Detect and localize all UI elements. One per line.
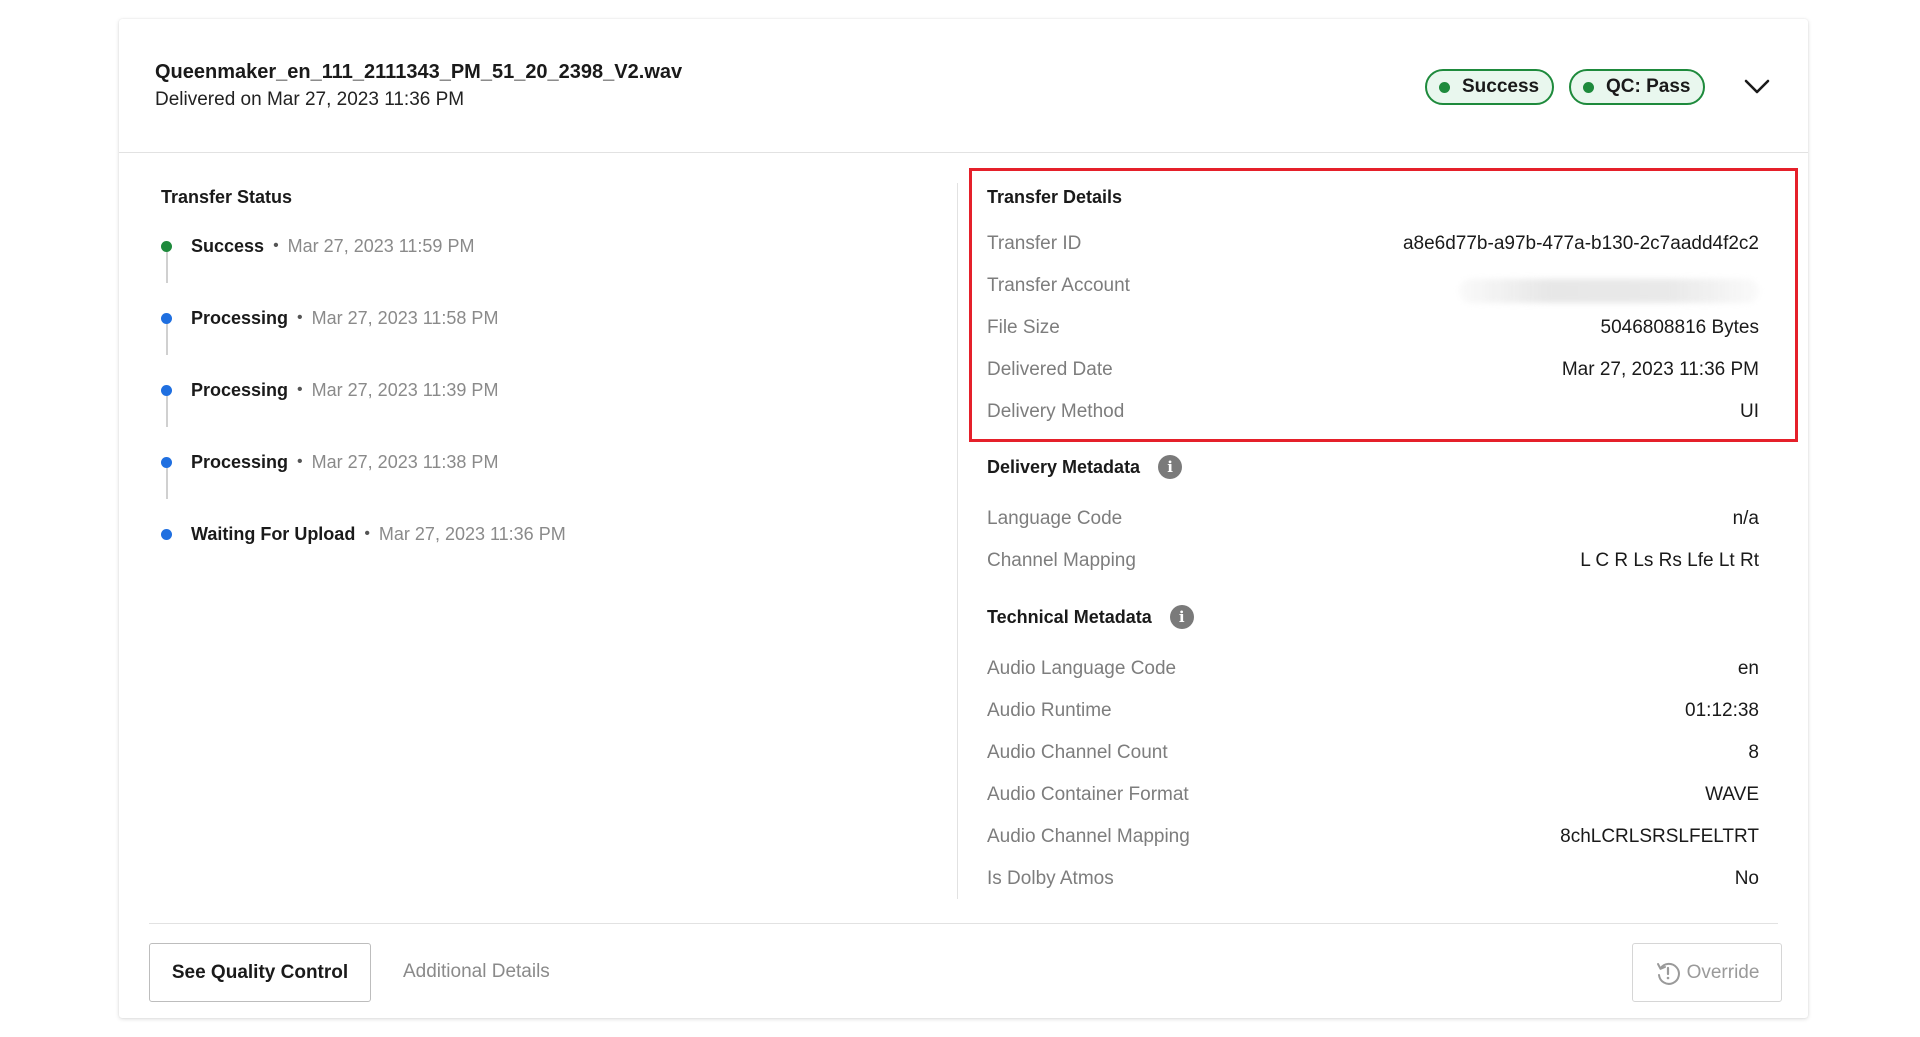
metadata-value: 8chLCRLSRSLFELTRT [1560, 826, 1759, 847]
timeline-status: Processing [191, 379, 289, 400]
transfer-status-title: Transfer Status [161, 187, 293, 207]
detail-label: Delivery Method [987, 401, 1125, 422]
detail-value: a8e6d77b-a97b-477a-b130-2c7aadd4f2c2 [1402, 233, 1759, 254]
metadata-label: Audio Container Format [987, 784, 1189, 805]
metadata-row-audio-language-code: Audio Language Code en [987, 657, 1759, 681]
detail-row-transfer-account: Transfer Account [987, 274, 1759, 303]
detail-label: File Size [987, 317, 1060, 338]
timeline-status: Success [191, 235, 265, 256]
footer-divider [149, 923, 1778, 924]
timeline-time: Mar 27, 2023 11:38 PM [311, 451, 499, 472]
status-dot-icon [161, 384, 172, 396]
detail-row-delivered-date: Delivered Date Mar 27, 2023 11:36 PM [987, 358, 1759, 382]
timeline-time: Mar 27, 2023 11:36 PM [378, 523, 566, 544]
status-badge-success: Success [1425, 69, 1555, 105]
metadata-label: Audio Runtime [987, 700, 1112, 721]
timeline-item: Waiting For Upload • Mar 27, 2023 11:36 … [161, 522, 566, 546]
status-dot-icon [1583, 81, 1594, 93]
metadata-row-language-code: Language Code n/a [987, 507, 1759, 531]
metadata-row-audio-channel-count: Audio Channel Count 8 [987, 741, 1759, 765]
info-icon[interactable]: i [1169, 605, 1194, 629]
detail-label: Delivered Date [987, 359, 1113, 380]
delivery-card: Queenmaker_en_111_2111343_PM_51_20_2398_… [119, 19, 1808, 1018]
metadata-row-audio-channel-mapping: Audio Channel Mapping 8chLCRLSRSLFELTRT [987, 825, 1759, 849]
timeline-status: Processing [191, 307, 289, 328]
metadata-value: en [1737, 658, 1759, 679]
metadata-value: WAVE [1705, 784, 1759, 805]
status-dot-icon [161, 240, 172, 252]
technical-metadata-title: Technical Metadata i [987, 605, 1194, 629]
see-quality-control-button[interactable]: See Quality Control [149, 943, 371, 1002]
timeline-separator: • [364, 525, 370, 542]
detail-row-delivery-method: Delivery Method UI [987, 400, 1759, 424]
delivery-metadata-label: Delivery Metadata [987, 456, 1141, 477]
info-icon[interactable]: i [1158, 455, 1183, 479]
detail-value: UI [1740, 401, 1759, 422]
metadata-value: 01:12:38 [1685, 700, 1759, 721]
status-badge-qc: QC: Pass [1569, 69, 1706, 105]
override-icon [1656, 962, 1680, 985]
delivered-on-text: Delivered on Mar 27, 2023 11:36 PM [155, 89, 465, 110]
detail-value: Mar 27, 2023 11:36 PM [1561, 359, 1759, 380]
timeline-item: Success • Mar 27, 2023 11:59 PM [161, 234, 474, 258]
timeline-separator: • [297, 309, 303, 326]
redacted-value [1459, 279, 1759, 303]
metadata-row-channel-mapping: Channel Mapping L C R Ls Rs Lfe Lt Rt [987, 549, 1759, 573]
timeline-status: Processing [191, 451, 289, 472]
metadata-value: 8 [1748, 742, 1759, 763]
metadata-label: Language Code [987, 508, 1123, 529]
detail-row-transfer-id: Transfer ID a8e6d77b-a97b-477a-b130-2c7a… [987, 232, 1759, 256]
metadata-value: No [1734, 868, 1759, 889]
timeline-time: Mar 27, 2023 11:59 PM [287, 235, 475, 256]
metadata-row-is-dolby-atmos: Is Dolby Atmos No [987, 867, 1759, 891]
timeline-separator: • [297, 381, 303, 398]
status-dot-icon [161, 312, 172, 324]
metadata-row-audio-container-format: Audio Container Format WAVE [987, 783, 1759, 807]
metadata-value: L C R Ls Rs Lfe Lt Rt [1580, 550, 1759, 571]
metadata-row-audio-runtime: Audio Runtime 01:12:38 [987, 699, 1759, 723]
timeline-item: Processing • Mar 27, 2023 11:38 PM [161, 450, 498, 474]
metadata-label: Is Dolby Atmos [987, 868, 1114, 889]
chevron-down-icon[interactable] [1742, 74, 1772, 100]
timeline-separator: • [273, 237, 279, 254]
status-dot-icon [161, 528, 172, 540]
detail-row-file-size: File Size 5046808816 Bytes [987, 316, 1759, 340]
metadata-label: Audio Channel Count [987, 742, 1168, 763]
metadata-value: n/a [1732, 508, 1759, 529]
timeline-status: Waiting For Upload [191, 523, 356, 544]
column-divider [957, 183, 958, 899]
file-name: Queenmaker_en_111_2111343_PM_51_20_2398_… [155, 61, 683, 83]
timeline-time: Mar 27, 2023 11:39 PM [311, 379, 499, 400]
additional-details-link[interactable]: Additional Details [403, 961, 550, 983]
transfer-details-title: Transfer Details [987, 187, 1123, 207]
qc-badge-label: QC: Pass [1606, 76, 1691, 97]
override-label: Override [1686, 961, 1760, 983]
metadata-label: Audio Channel Mapping [987, 826, 1190, 847]
detail-label: Transfer Account [987, 275, 1130, 296]
status-dot-icon [1439, 81, 1450, 93]
card-header[interactable]: Queenmaker_en_111_2111343_PM_51_20_2398_… [119, 19, 1808, 153]
timeline-item: Processing • Mar 27, 2023 11:39 PM [161, 378, 498, 402]
detail-label: Transfer ID [987, 233, 1082, 254]
timeline-time: Mar 27, 2023 11:58 PM [311, 307, 499, 328]
status-badge-label: Success [1462, 76, 1540, 97]
detail-value: 5046808816 Bytes [1600, 317, 1759, 338]
delivery-metadata-title: Delivery Metadata i [987, 455, 1183, 479]
metadata-label: Channel Mapping [987, 550, 1136, 571]
metadata-label: Audio Language Code [987, 658, 1177, 679]
override-button[interactable]: Override [1632, 943, 1782, 1002]
technical-metadata-label: Technical Metadata [987, 606, 1152, 627]
timeline-item: Processing • Mar 27, 2023 11:58 PM [161, 306, 498, 330]
status-dot-icon [161, 456, 172, 468]
timeline-separator: • [297, 453, 303, 470]
